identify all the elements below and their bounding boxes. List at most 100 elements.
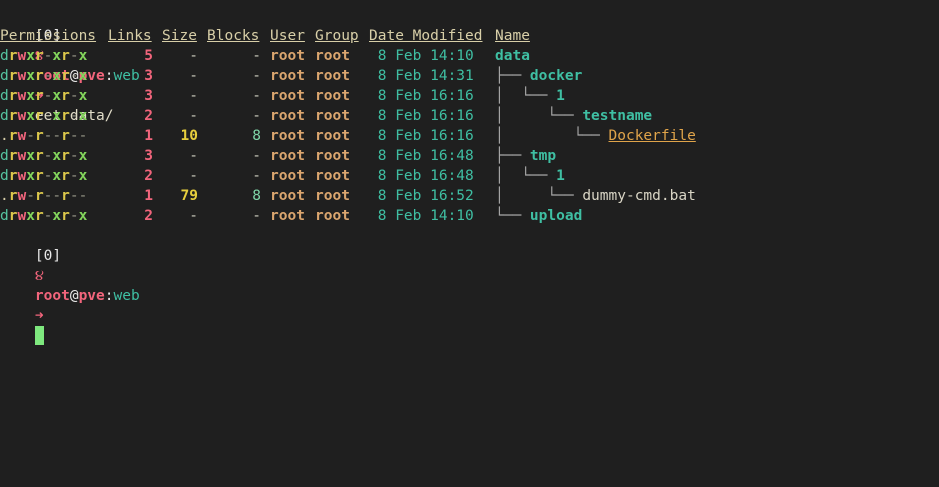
permission-char: w: [17, 88, 27, 104]
name-cell: │ └── 1: [495, 86, 565, 106]
permission-char: x: [26, 168, 35, 184]
permission-char: r: [61, 168, 70, 184]
directory-name[interactable]: data: [495, 48, 530, 64]
size-cell: -: [189, 68, 198, 84]
name-cell: │ └── 1: [495, 166, 565, 186]
date-cell: 8 Feb 16:16: [369, 88, 474, 104]
permission-char: x: [52, 108, 62, 124]
permissions-cell: drwxr-xr-x: [0, 166, 87, 186]
permission-char: x: [26, 148, 35, 164]
permissions-cell: drwxr-xr-x: [0, 66, 87, 86]
permission-char: -: [26, 188, 35, 204]
directory-name[interactable]: 1: [556, 88, 565, 104]
blocks-cell: -: [252, 88, 261, 104]
permission-char: r: [34, 48, 44, 64]
links-cell: 2: [144, 208, 153, 224]
links-cell: 5: [144, 48, 153, 64]
permission-char: x: [52, 208, 62, 224]
permission-char: r: [34, 188, 44, 204]
name-cell: │ └── dummy-cmd.bat: [495, 186, 696, 206]
prompt-arrow-icon: ➜: [34, 308, 44, 324]
user-cell: root: [270, 148, 305, 164]
window-index: [0]: [34, 248, 62, 264]
permission-char: x: [78, 88, 88, 104]
table-row: .rw-r--r-- 1 10 8 root root 8 Feb 16:16 │ └── …: [0, 126, 939, 146]
permission-char: w: [17, 48, 27, 64]
blocks-cell: -: [252, 48, 261, 64]
name-cell: ├── tmp: [495, 146, 556, 166]
permission-char: d: [0, 208, 9, 224]
permission-char: d: [0, 48, 9, 64]
header-name: Name: [495, 28, 530, 44]
name-cell: ├── docker: [495, 66, 582, 86]
permission-char: r: [34, 128, 44, 144]
permission-char: r: [34, 88, 44, 104]
permission-char: x: [52, 88, 62, 104]
directory-name[interactable]: tmp: [530, 148, 556, 164]
permission-char: x: [26, 88, 35, 104]
permission-char: w: [17, 168, 27, 184]
table-row: drwxr-xr-x 3- - root root 8 Feb 16:48 ├── tmp: [0, 146, 939, 166]
user-cell: root: [270, 48, 305, 64]
permission-char: d: [0, 148, 9, 164]
permission-char: w: [17, 128, 27, 144]
table-row: drwxr-xr-x 3- - root root 8 Feb 14:31 ├── doc…: [0, 66, 939, 86]
blocks-cell: -: [252, 108, 261, 124]
tree-branch: ├──: [495, 68, 530, 84]
date-cell: 8 Feb 16:48: [369, 168, 474, 184]
permission-char: -: [69, 108, 79, 124]
name-cell: data: [495, 46, 530, 66]
permission-char: -: [69, 48, 79, 64]
file-name[interactable]: dummy-cmd.bat: [582, 188, 696, 204]
permissions-cell: drwxr-xr-x: [0, 106, 87, 126]
permission-char: r: [34, 208, 44, 224]
permission-char: r: [34, 108, 44, 124]
directory-name[interactable]: docker: [530, 68, 582, 84]
group-cell: root: [315, 88, 350, 104]
permission-char: -: [69, 88, 79, 104]
table-row: drwxr-xr-x 2- - root root 8 Feb 16:48 │ └── 1: [0, 166, 939, 186]
blocks-cell: -: [252, 68, 261, 84]
permission-char: x: [78, 48, 88, 64]
header-user: User: [270, 28, 305, 44]
directory-name[interactable]: upload: [530, 208, 582, 224]
permission-char: .: [0, 128, 9, 144]
size-cell: -: [189, 208, 198, 224]
date-cell: 8 Feb 16:48: [369, 148, 474, 164]
permission-char: x: [52, 168, 62, 184]
tree-branch: ├──: [495, 148, 530, 164]
prompt-line-2: [0] ૪ root@pve:web ➜: [0, 226, 140, 345]
prompt-host: pve: [78, 288, 105, 304]
terminal-window[interactable]: [0] ૪ root@pve:web ➜ eet data/ Permissio…: [0, 0, 939, 487]
permission-char: .: [0, 188, 9, 204]
tree-branch: │ └──: [495, 108, 583, 124]
prompt-line: [0] ૪ root@pve:web ➜ eet data/: [0, 6, 140, 124]
links-cell: 2: [144, 168, 153, 184]
header-date: Date Modified: [369, 28, 483, 44]
directory-name[interactable]: 1: [556, 168, 565, 184]
links-cell: 1: [144, 188, 153, 204]
group-cell: root: [315, 208, 350, 224]
directory-name[interactable]: testname: [582, 108, 652, 124]
text-cursor[interactable]: [34, 326, 44, 345]
tree-branch: │ └──: [495, 168, 557, 184]
file-name[interactable]: Dockerfile: [609, 128, 696, 144]
permission-char: -: [26, 128, 35, 144]
permission-char: r: [61, 88, 70, 104]
group-cell: root: [315, 148, 350, 164]
permission-char: w: [17, 148, 27, 164]
blocks-cell: -: [252, 148, 261, 164]
tree-branch: │ └──: [495, 188, 583, 204]
permission-char: x: [78, 208, 88, 224]
permissions-cell: drwxr-xr-x: [0, 46, 87, 66]
links-cell: 3: [144, 88, 153, 104]
permission-char: -: [52, 128, 62, 144]
permissions-cell: .rw-r--r--: [0, 126, 87, 146]
permissions-cell: drwxr-xr-x: [0, 146, 87, 166]
permission-char: d: [0, 168, 9, 184]
permission-char: x: [26, 48, 35, 64]
date-cell: 8 Feb 16:16: [369, 128, 474, 144]
group-cell: root: [315, 168, 350, 184]
permission-char: -: [69, 168, 79, 184]
table-row: drwxr-xr-x 2- - root root 8 Feb 14:10 └── upl…: [0, 206, 939, 226]
